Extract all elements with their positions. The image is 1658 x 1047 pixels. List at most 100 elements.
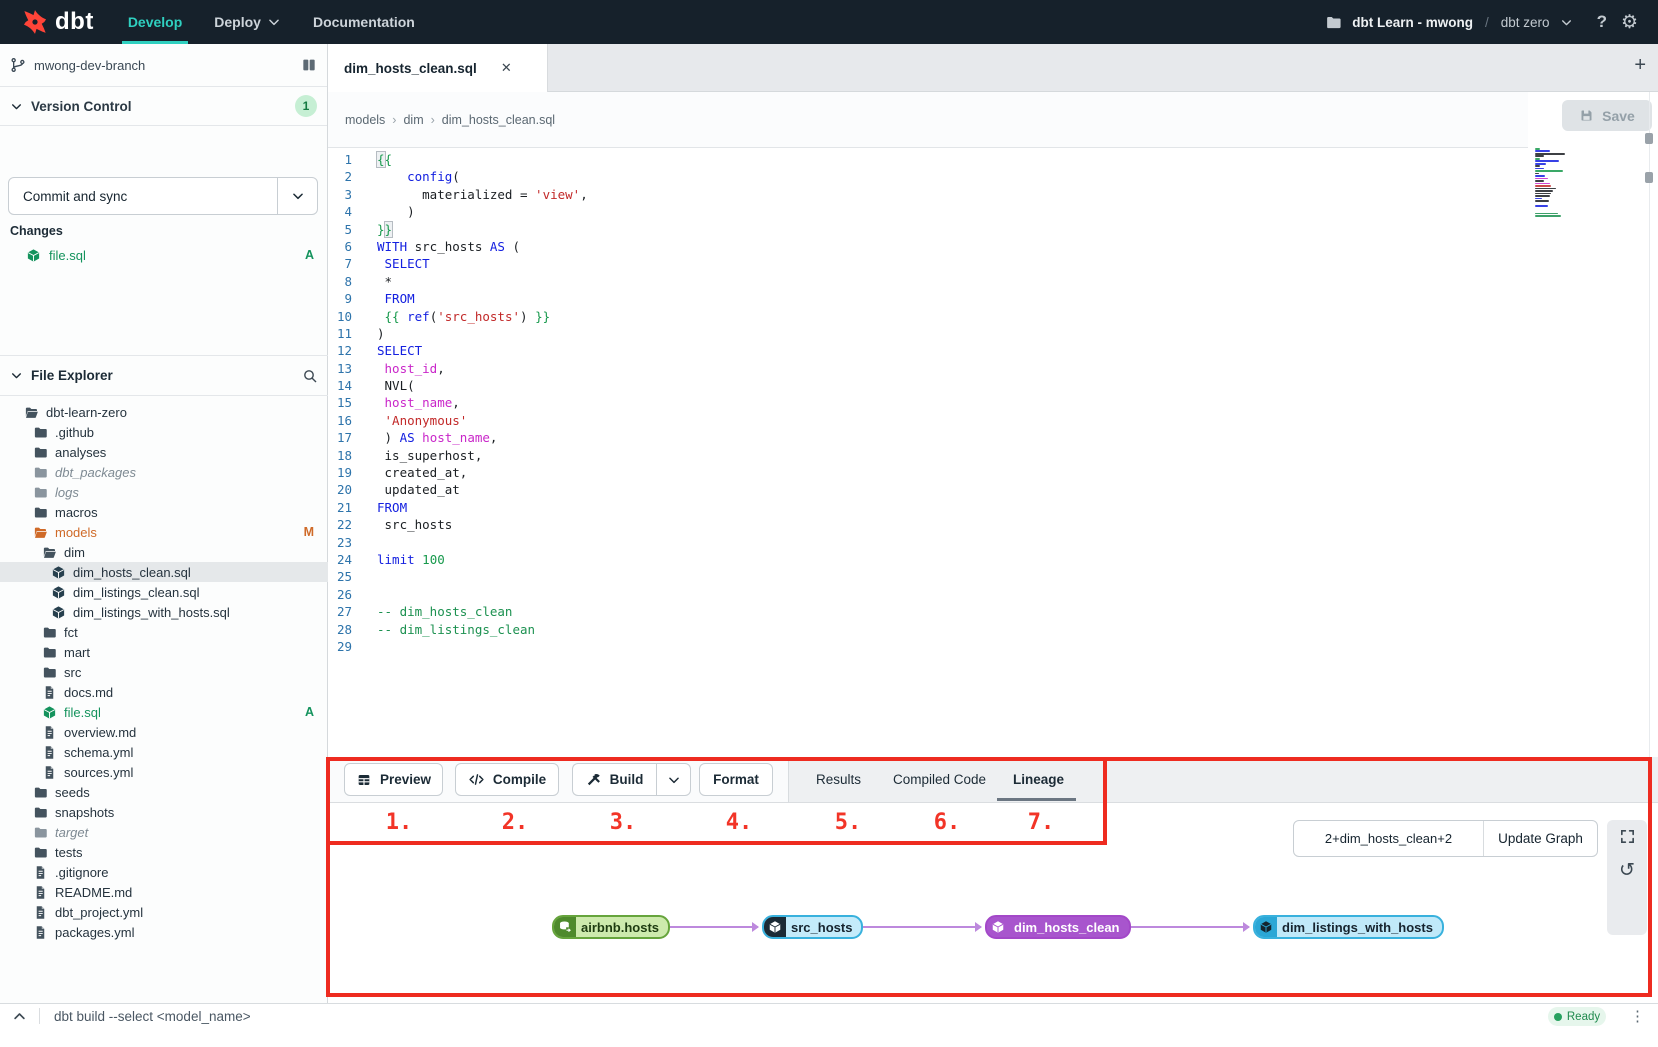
breadcrumb-item[interactable]: dim [403,113,423,127]
tree-item[interactable]: target [0,822,328,842]
code-line[interactable]: 4 ) [328,203,1644,220]
scrollbar-mark[interactable] [1645,172,1653,183]
close-icon[interactable]: ✕ [501,60,512,76]
tab-compiled-code[interactable]: Compiled Code [893,763,986,796]
code-line[interactable]: 21FROM [328,499,1644,516]
nav-item-develop[interactable]: Develop [112,0,198,44]
breadcrumb-item[interactable]: dim_hosts_clean.sql [442,113,555,127]
commit-options-chevron[interactable] [277,178,317,214]
code-line[interactable]: 22 src_hosts [328,516,1644,533]
columns-icon[interactable] [301,57,317,73]
lineage-node-dim_listings_with_hosts[interactable]: dim_listings_with_hosts [1253,915,1444,939]
lineage-node-dim_hosts_clean[interactable]: dim_hosts_clean [985,915,1131,939]
tree-item[interactable]: fct [0,622,328,642]
preview-button[interactable]: Preview [344,763,443,796]
code-line[interactable]: 17 ) AS host_name, [328,429,1644,446]
search-icon[interactable] [302,368,318,384]
code-line[interactable]: 6WITH src_hosts AS ( [328,238,1644,255]
dbt-logo[interactable]: dbt [0,8,112,36]
tree-item[interactable]: analyses [0,442,328,462]
collapse-chevron-icon[interactable] [0,1009,39,1024]
nav-item-deploy[interactable]: Deploy [198,0,297,44]
tree-item[interactable]: dbt_packages [0,462,328,482]
new-tab-button[interactable]: + [1634,54,1646,77]
tab-results[interactable]: Results [816,763,861,796]
tree-item[interactable]: seeds [0,782,328,802]
code-line[interactable]: 20 updated_at [328,481,1644,498]
code-line[interactable]: 3 materialized = 'view', [328,186,1644,203]
scrollbar-mark[interactable] [1645,133,1653,144]
code-line[interactable]: 15 host_name, [328,394,1644,411]
editor-minimap[interactable] [1535,148,1569,220]
tab-dim-hosts-clean[interactable]: dim_hosts_clean.sql ✕ [328,44,548,92]
editor-scrollbar-track[interactable] [1649,92,1650,757]
code-line[interactable]: 9 FROM [328,290,1644,307]
lineage-selector-input[interactable]: 2+dim_hosts_clean+2 [1294,821,1484,856]
tree-item[interactable]: dbt_project.yml [0,902,328,922]
code-line[interactable]: 13 host_id, [328,360,1644,377]
breadcrumb-item[interactable]: models [345,113,385,127]
code-line[interactable]: 10 {{ ref('src_hosts') }} [328,308,1644,325]
tree-item[interactable]: dim [0,542,328,562]
tree-item[interactable]: macros [0,502,328,522]
update-graph-button[interactable]: Update Graph [1484,831,1597,846]
build-button[interactable]: Build [572,763,656,796]
code-line[interactable]: 16 'Anonymous' [328,412,1644,429]
nav-item-documentation[interactable]: Documentation [297,0,431,44]
tree-item[interactable]: .github [0,422,328,442]
code-editor[interactable]: 1{{2 config(3 materialized = 'view',4 )5… [328,148,1644,757]
fullscreen-icon[interactable] [1619,828,1636,845]
tree-item[interactable]: schema.yml [0,742,328,762]
tree-item[interactable]: packages.yml [0,922,328,942]
code-line[interactable]: 23 [328,534,1644,551]
compile-button[interactable]: Compile [455,763,559,796]
code-line[interactable]: 29 [328,638,1644,655]
code-line[interactable]: 11) [328,325,1644,342]
tree-item[interactable]: mart [0,642,328,662]
command-input[interactable]: dbt build --select <model_name> [40,1009,251,1024]
code-line[interactable]: 26 [328,586,1644,603]
code-line[interactable]: 28-- dim_listings_clean [328,621,1644,638]
tree-item[interactable]: src [0,662,328,682]
tree-item[interactable]: dbt-learn-zero [0,402,328,422]
lineage-node-airbnb-hosts[interactable]: airbnb.hosts [552,915,670,939]
tree-item[interactable]: dim_listings_with_hosts.sql [0,602,328,622]
tree-item[interactable]: logs [0,482,328,502]
tree-item[interactable]: .gitignore [0,862,328,882]
lineage-node-src_hosts[interactable]: src_hosts [762,915,863,939]
code-line[interactable]: 12SELECT [328,342,1644,359]
code-line[interactable]: 18 is_superhost, [328,447,1644,464]
code-line[interactable]: 7 SELECT [328,255,1644,272]
version-control-header[interactable]: Version Control 1 [0,87,327,126]
project-selector[interactable]: dbt zero [1501,15,1550,30]
tree-item[interactable]: modelsM [0,522,328,542]
tab-lineage[interactable]: Lineage [1013,763,1064,796]
file-explorer-header[interactable]: File Explorer [0,355,328,396]
code-line[interactable]: 19 created_at, [328,464,1644,481]
tree-item[interactable]: sources.yml [0,762,328,782]
branch-row[interactable]: mwong-dev-branch [0,44,327,87]
code-line[interactable]: 1{{ [328,151,1644,168]
tree-item[interactable]: snapshots [0,802,328,822]
code-line[interactable]: 14 NVL( [328,377,1644,394]
tree-item[interactable]: tests [0,842,328,862]
chevron-down-icon[interactable] [1560,16,1573,29]
tree-item[interactable]: dim_hosts_clean.sql [0,562,328,582]
tree-item[interactable]: file.sqlA [0,702,328,722]
help-icon[interactable]: ? [1597,12,1607,32]
commit-and-sync-button[interactable]: Commit and sync [8,177,318,215]
changed-file-row[interactable]: file.sql A [0,244,328,266]
gear-icon[interactable]: ⚙ [1621,11,1638,34]
save-button[interactable]: Save [1562,100,1652,131]
account-name[interactable]: dbt Learn - mwong [1352,15,1473,30]
code-line[interactable]: 2 config( [328,168,1644,185]
code-line[interactable]: 27-- dim_hosts_clean [328,603,1644,620]
tree-item[interactable]: dim_listings_clean.sql [0,582,328,602]
reset-view-icon[interactable]: ↺ [1619,861,1635,880]
code-line[interactable]: 24limit 100 [328,551,1644,568]
tree-item[interactable]: docs.md [0,682,328,702]
tree-item[interactable]: README.md [0,882,328,902]
code-line[interactable]: 25 [328,568,1644,585]
kebab-menu-icon[interactable]: ⋮ [1630,1007,1645,1025]
code-line[interactable]: 8 * [328,273,1644,290]
